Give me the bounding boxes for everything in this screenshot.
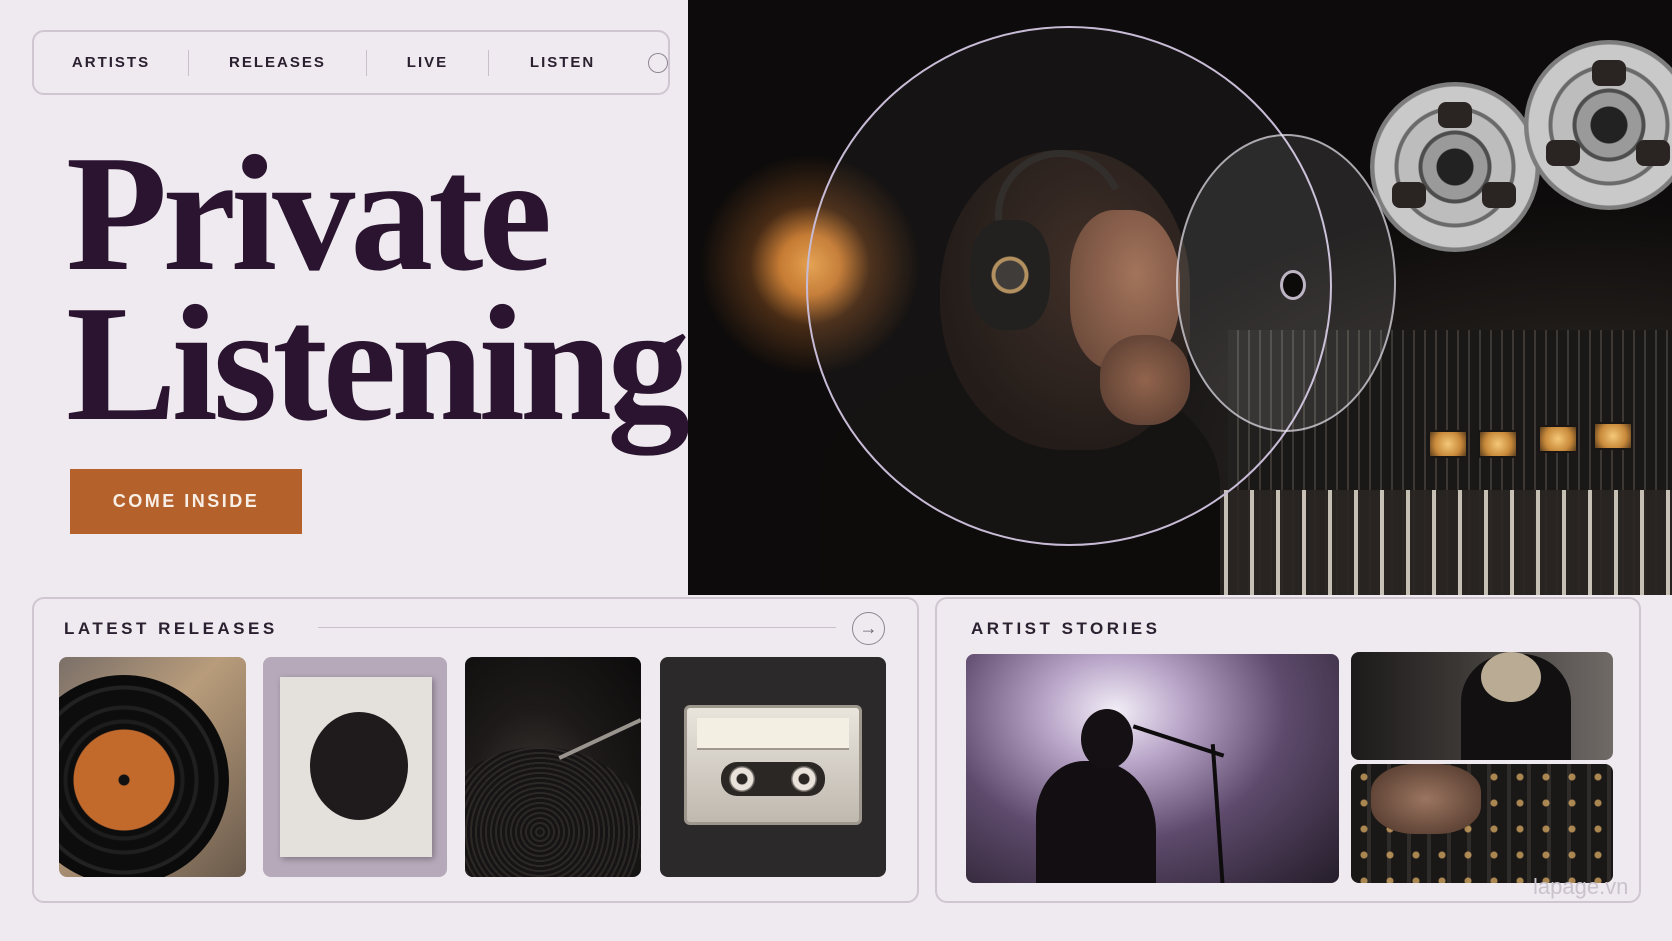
lens-dot — [1280, 270, 1306, 300]
arrow-right-icon[interactable]: → — [852, 612, 885, 645]
tape-reel-icon — [1370, 82, 1540, 252]
vu-meter — [1538, 425, 1578, 453]
hero-title-line2: Listening — [66, 271, 690, 455]
nav-item-releases[interactable]: RELEASES — [189, 54, 366, 71]
vinyl-record-icon — [59, 675, 229, 877]
vu-meter — [1478, 430, 1518, 458]
menu-circle-icon[interactable] — [648, 52, 669, 73]
vu-meter — [1428, 430, 1468, 458]
nav-item-live[interactable]: LIVE — [367, 54, 488, 71]
story-card-backstage[interactable] — [1351, 652, 1613, 760]
nav-item-artists[interactable]: ARTISTS — [34, 54, 188, 71]
tonearm — [558, 718, 641, 760]
turntable-platter — [465, 747, 641, 877]
story-card-performer[interactable] — [966, 654, 1339, 883]
latest-releases-title: LATEST RELEASES — [64, 619, 278, 638]
release-card-cover[interactable] — [263, 657, 447, 877]
vu-meter — [1593, 422, 1633, 450]
divider-line — [318, 627, 836, 628]
cassette-icon — [684, 705, 862, 825]
console-faders — [1158, 490, 1672, 595]
hero-title: Private Listening — [66, 130, 690, 446]
come-inside-button[interactable]: COME INSIDE — [70, 469, 302, 534]
black-circle-art — [310, 712, 408, 820]
tape-reel-icon — [1524, 40, 1672, 210]
artist-stories-title: ARTIST STORIES — [971, 619, 1161, 638]
guitarist-silhouette — [996, 709, 1156, 883]
top-nav: ARTISTS RELEASES LIVE LISTEN — [32, 30, 670, 95]
hero-studio-image — [688, 0, 1672, 595]
release-card-vinyl[interactable] — [59, 657, 246, 877]
release-card-turntable[interactable] — [465, 657, 641, 877]
release-card-cassette[interactable] — [660, 657, 886, 877]
watermark: lapage.vn — [1533, 874, 1629, 899]
nav-item-listen[interactable]: LISTEN — [489, 54, 636, 71]
mic-stand — [1210, 744, 1226, 883]
story-card-mixer[interactable] — [1351, 764, 1613, 883]
tattooed-hand — [1371, 764, 1481, 834]
